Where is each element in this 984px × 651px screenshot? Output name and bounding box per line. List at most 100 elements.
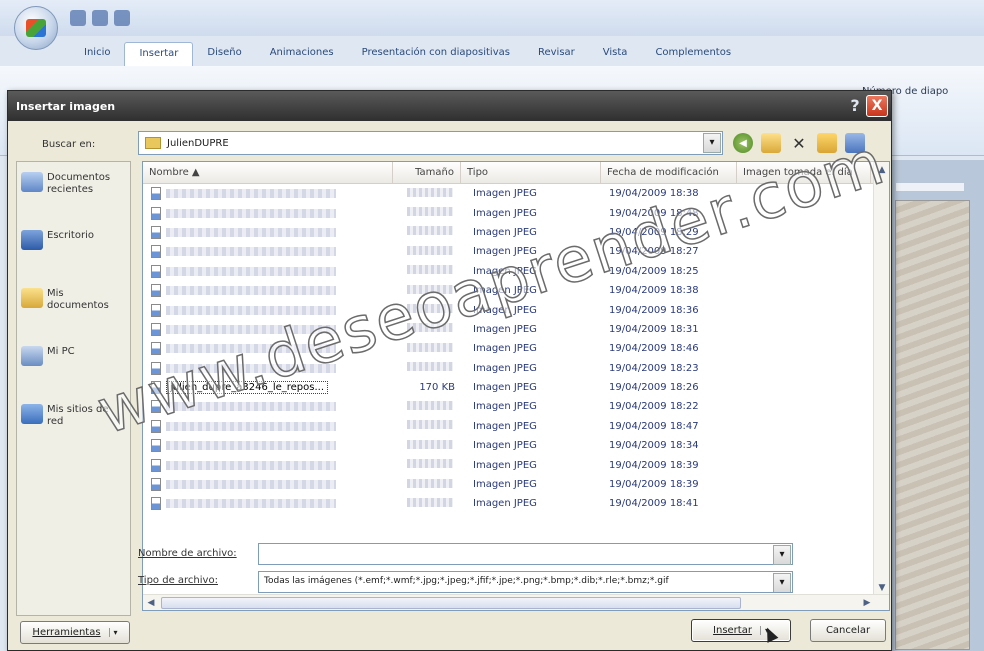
jpeg-file-icon	[151, 187, 161, 201]
new-folder-icon[interactable]	[817, 133, 837, 153]
file-row[interactable]: Imagen JPEG 19/04/2009 18:47	[143, 417, 875, 436]
column-size[interactable]: Tamaño	[393, 162, 461, 183]
help-button[interactable]: ?	[845, 96, 865, 116]
filename-input[interactable]: ▾	[258, 543, 793, 565]
file-row[interactable]: Imagen JPEG 19/04/2009 18:48	[143, 203, 875, 222]
chevron-down-icon[interactable]: ▾	[773, 545, 791, 565]
place-label: Escritorio	[47, 230, 94, 241]
file-row[interactable]: Imagen JPEG 19/04/2009 18:27	[143, 242, 875, 261]
jpeg-file-icon	[151, 225, 161, 239]
save-icon[interactable]	[70, 10, 86, 26]
file-size-cell	[393, 400, 461, 413]
file-row[interactable]: Imagen JPEG 19/04/2009 18:22	[143, 397, 875, 416]
tab-vista[interactable]: Vista	[589, 42, 642, 66]
column-date-modified[interactable]: Fecha de modificación	[601, 162, 737, 183]
jpeg-file-icon	[151, 439, 161, 453]
place-label: Mis sitios de red	[47, 404, 109, 427]
file-date-cell: 19/04/2009 18:29	[609, 226, 699, 238]
file-name-cell	[143, 361, 393, 375]
cancel-button[interactable]: Cancelar	[810, 619, 886, 642]
views-icon[interactable]	[845, 133, 865, 153]
file-row[interactable]: Imagen JPEG 19/04/2009 18:34	[143, 436, 875, 455]
place-network[interactable]: Mis sitios de red	[17, 400, 130, 458]
tab-complementos[interactable]: Complementos	[641, 42, 745, 66]
slide-preview	[895, 200, 970, 650]
place-my-computer[interactable]: Mi PC	[17, 342, 130, 400]
file-name-cell	[143, 322, 393, 336]
tools-button[interactable]: Herramientas ▾	[20, 621, 130, 644]
horizontal-scrollbar[interactable]: ◀ ▶	[143, 594, 889, 610]
file-name-cell	[143, 303, 393, 317]
insert-picture-dialog: Insertar imagen ? X Buscar en: JulienDUP…	[7, 90, 892, 651]
file-row[interactable]: Imagen JPEG 19/04/2009 18:46	[143, 339, 875, 358]
tab-diseno[interactable]: Diseño	[193, 42, 255, 66]
file-row[interactable]: Imagen JPEG 19/04/2009 18:29	[143, 223, 875, 242]
quick-access-toolbar	[70, 10, 130, 26]
dialog-title-bar: Insertar imagen ? X	[8, 91, 891, 121]
file-row[interactable]: Imagen JPEG 19/04/2009 18:25	[143, 262, 875, 281]
office-button[interactable]	[14, 6, 58, 50]
file-row[interactable]: Imagen JPEG 19/04/2009 18:39	[143, 455, 875, 474]
file-date-cell: 19/04/2009 18:48	[609, 207, 699, 219]
back-icon[interactable]: ◀	[733, 133, 753, 153]
file-date-cell: 19/04/2009 18:23	[609, 362, 699, 374]
file-date-cell: 19/04/2009 18:38	[609, 188, 699, 200]
tab-insertar[interactable]: Insertar	[124, 42, 194, 66]
place-recent-documents[interactable]: Documentos recientes	[17, 168, 130, 226]
file-name-cell	[143, 187, 393, 201]
file-size-cell	[393, 362, 461, 374]
file-type-cell: Imagen JPEG	[473, 362, 537, 374]
tab-animaciones[interactable]: Animaciones	[256, 42, 348, 66]
column-date-taken[interactable]: Imagen tomada el día	[737, 162, 871, 183]
look-in-combo[interactable]: JulienDUPRE ▾	[138, 131, 723, 155]
file-size-cell	[393, 207, 461, 219]
look-in-label: Buscar en:	[42, 139, 96, 150]
scroll-thumb[interactable]	[161, 597, 741, 609]
file-size-cell	[393, 245, 461, 258]
close-button[interactable]: X	[866, 95, 888, 117]
file-row[interactable]: Imagen JPEG 19/04/2009 18:36	[143, 300, 875, 319]
file-row[interactable]: Imagen JPEG 19/04/2009 18:38	[143, 281, 875, 300]
place-desktop[interactable]: Escritorio	[17, 226, 130, 284]
jpeg-file-icon	[151, 264, 161, 278]
vertical-scrollbar[interactable]: ▲ ▼	[873, 162, 889, 596]
file-row[interactable]: Imagen JPEG 19/04/2009 18:39	[143, 475, 875, 494]
tab-inicio[interactable]: Inicio	[70, 42, 124, 66]
place-my-documents[interactable]: Mis documentos	[17, 284, 130, 342]
column-type[interactable]: Tipo	[461, 162, 601, 183]
scroll-left-icon[interactable]: ◀	[143, 595, 159, 610]
file-row[interactable]: Imagen JPEG 19/04/2009 18:38	[143, 184, 875, 203]
jpeg-file-icon	[151, 245, 161, 259]
chevron-down-icon[interactable]: ▾	[773, 573, 791, 592]
file-row[interactable]: Imagen JPEG 19/04/2009 18:31	[143, 320, 875, 339]
file-size-cell: 170 KB	[419, 382, 455, 394]
file-row[interactable]: Imagen JPEG 19/04/2009 18:23	[143, 359, 875, 378]
up-folder-icon[interactable]	[761, 133, 781, 153]
chevron-down-icon[interactable]: ▾	[703, 133, 721, 153]
file-date-cell: 19/04/2009 18:31	[609, 323, 699, 335]
file-rows: Imagen JPEG 19/04/2009 18:38 Imagen JPEG 19…	[143, 184, 875, 514]
file-size-cell	[393, 420, 461, 432]
file-type-cell: Imagen JPEG	[473, 401, 537, 413]
scroll-up-icon[interactable]: ▲	[874, 162, 889, 178]
undo-icon[interactable]	[92, 10, 108, 26]
tab-revisar[interactable]: Revisar	[524, 42, 589, 66]
scroll-right-icon[interactable]: ▶	[859, 595, 875, 610]
file-type-cell: Imagen JPEG	[473, 479, 537, 491]
redo-icon[interactable]	[114, 10, 130, 26]
delete-icon[interactable]: ✕	[789, 133, 809, 153]
ruler	[895, 182, 965, 192]
file-name-cell	[143, 342, 393, 356]
places-bar: Documentos recientes Escritorio Mis docu…	[16, 161, 131, 616]
file-date-cell: 19/04/2009 18:34	[609, 440, 699, 452]
file-name-cell	[143, 497, 393, 511]
jpeg-file-icon	[151, 361, 161, 375]
file-size-cell	[393, 265, 461, 277]
file-row[interactable]: Imagen JPEG 19/04/2009 18:41	[143, 494, 875, 513]
file-size-cell	[393, 478, 461, 491]
office-logo-icon	[26, 19, 46, 37]
filetype-select[interactable]: Todas las imágenes (*.emf;*.wmf;*.jpg;*.…	[258, 571, 793, 593]
file-row[interactable]: julien_dupre_a3246_le_repos... 170 KB Imag…	[143, 378, 875, 397]
tab-presentacion[interactable]: Presentación con diapositivas	[348, 42, 524, 66]
column-name[interactable]: Nombre ▲	[143, 162, 393, 183]
